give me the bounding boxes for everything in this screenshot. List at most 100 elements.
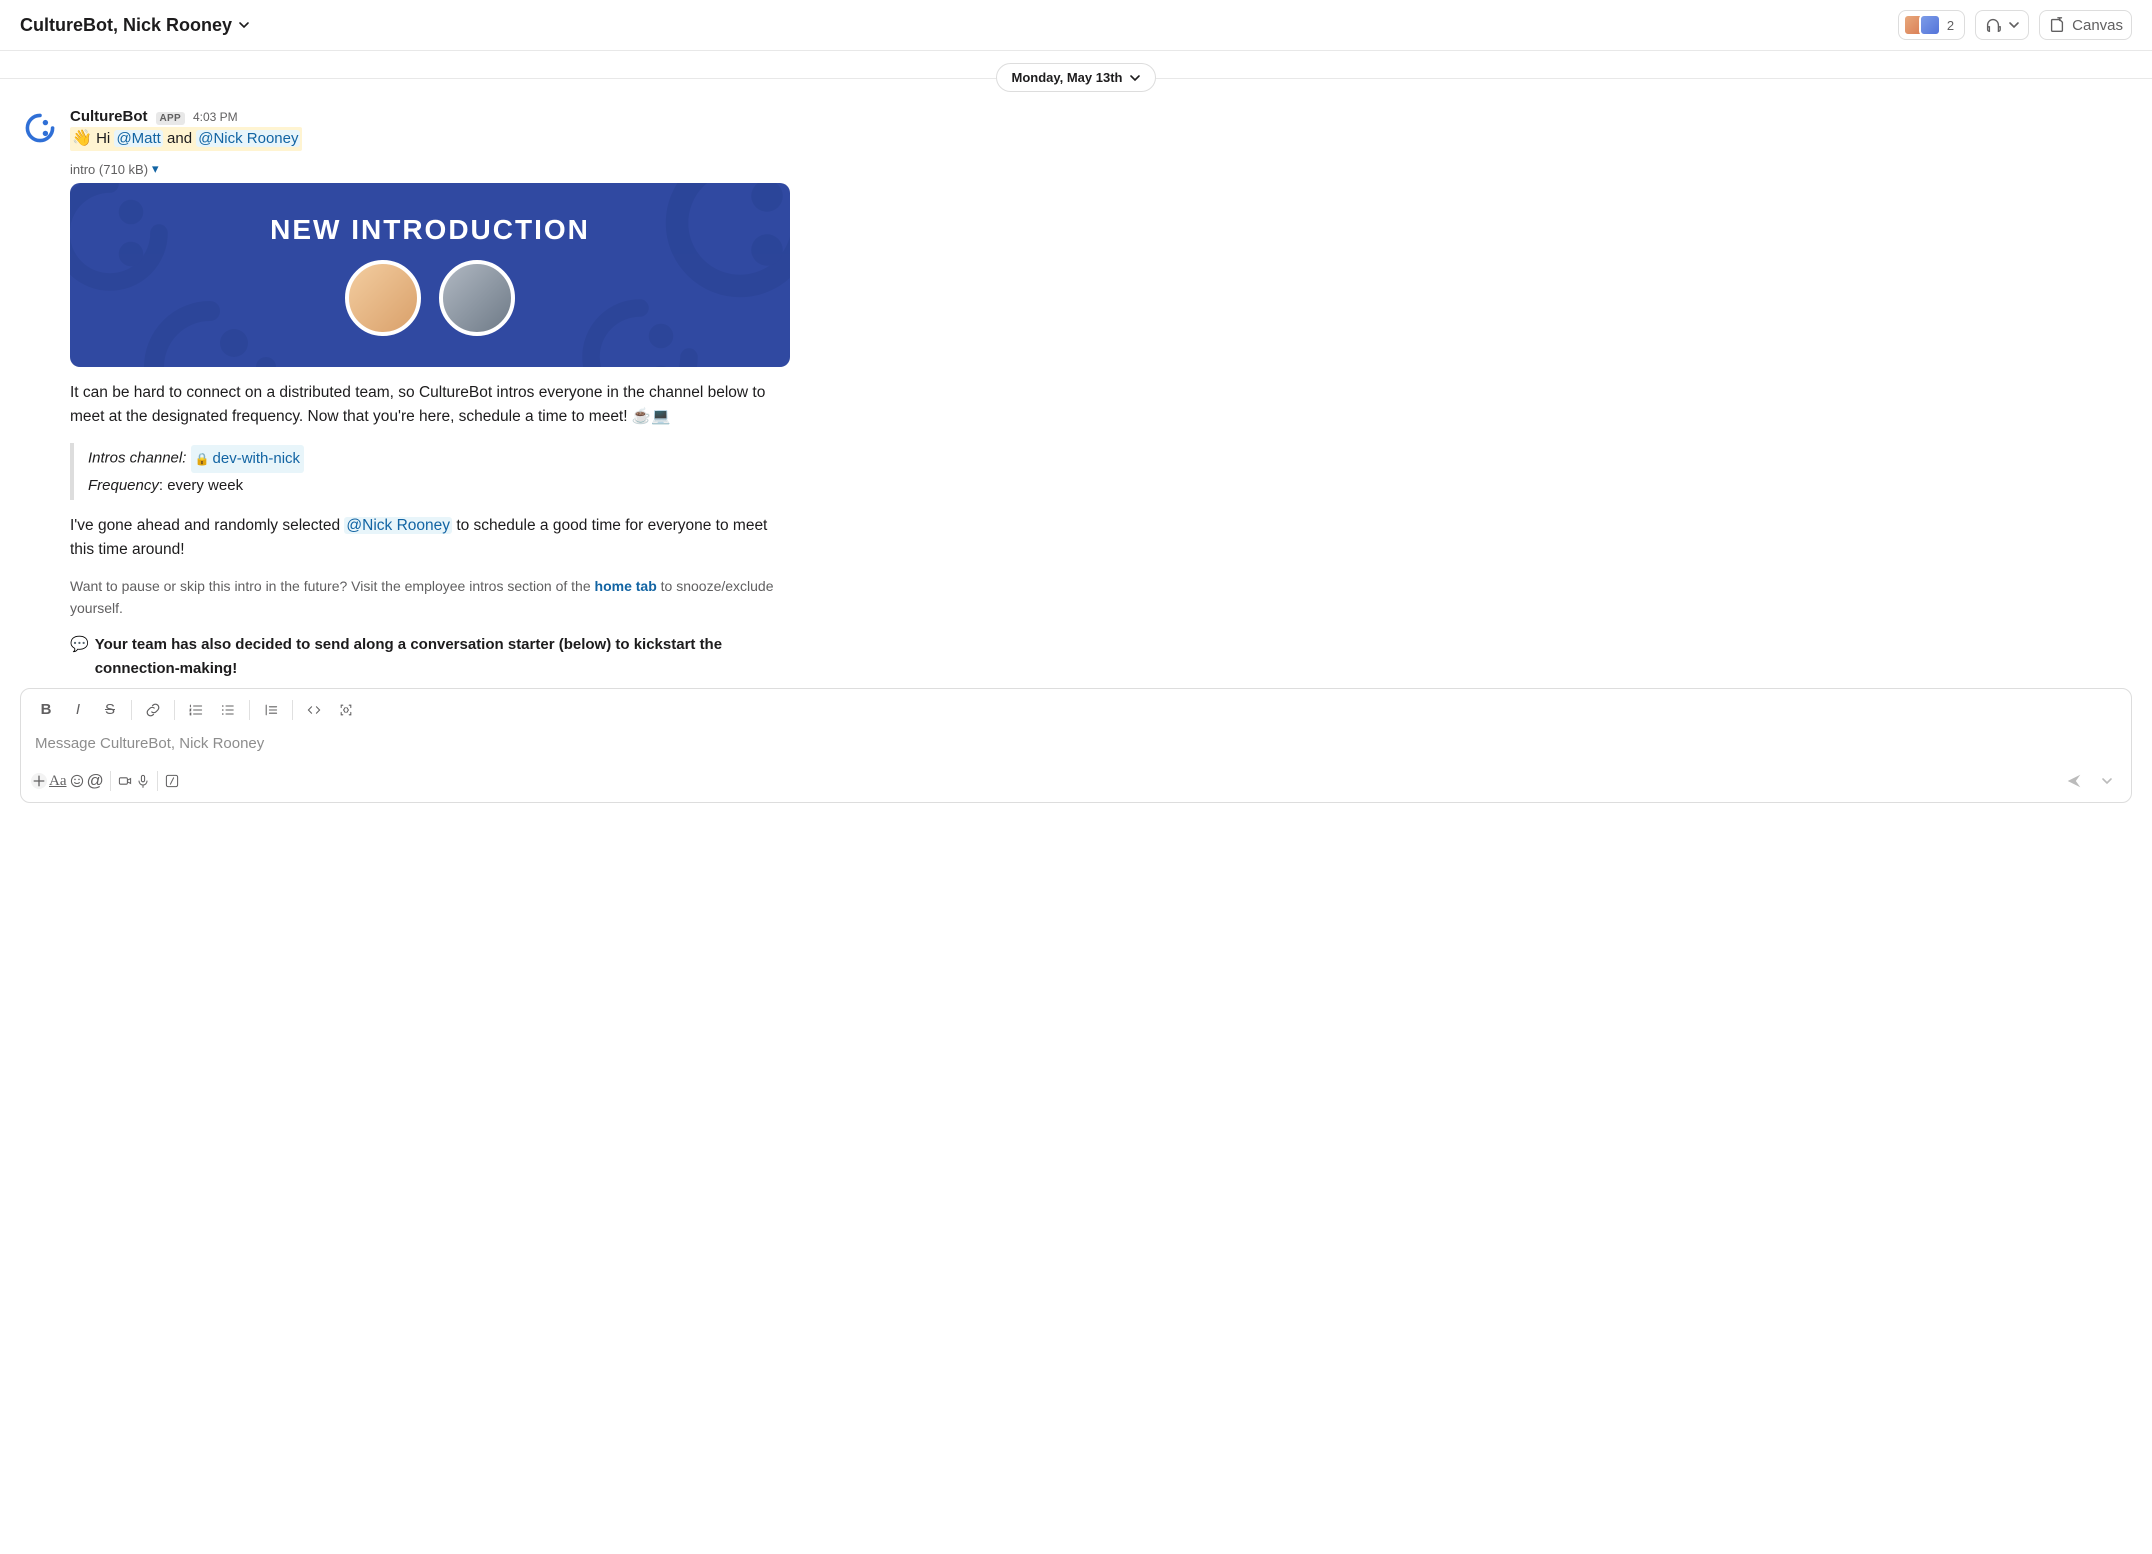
caret-down-icon: ▾: [152, 161, 159, 177]
mention-button[interactable]: @: [87, 771, 104, 791]
code-block-button[interactable]: [331, 695, 361, 725]
message-input[interactable]: [35, 735, 2117, 752]
bullet-list-icon: [220, 702, 236, 718]
emoji-button[interactable]: [69, 773, 85, 789]
avatar-stack: [1903, 14, 1941, 36]
canvas-button[interactable]: Canvas: [2039, 10, 2132, 40]
sender-name[interactable]: CultureBot: [70, 108, 148, 125]
huddle-button[interactable]: [1975, 10, 2029, 40]
send-icon: [2065, 772, 2083, 790]
channel-chip[interactable]: 🔒dev-with-nick: [191, 445, 304, 473]
hint-prefix: Want to pause or skip this intro in the …: [70, 578, 595, 594]
date-divider: Monday, May 13th: [0, 63, 2152, 92]
send-button[interactable]: [2057, 768, 2091, 794]
link-button[interactable]: [138, 695, 168, 725]
greeting-mid: and: [163, 130, 196, 147]
channel-row: Intros channel: 🔒dev-with-nick: [88, 445, 2132, 473]
send-options-button[interactable]: [2093, 771, 2121, 791]
message-area: CultureBot APP 4:03 PM 👋 Hi @Matt and @N…: [0, 92, 2152, 688]
toolbar-separator: [292, 700, 293, 720]
chevron-down-icon: [2008, 19, 2020, 31]
video-button[interactable]: [117, 773, 133, 789]
strikethrough-button[interactable]: S: [95, 695, 125, 725]
intro-paragraph: It can be hard to connect on a distribut…: [70, 381, 790, 429]
headphones-icon: [1984, 16, 2002, 34]
intro-avatars: [345, 260, 515, 336]
link-icon: [145, 702, 161, 718]
plus-icon: [31, 773, 47, 789]
intro-avatar-1: [345, 260, 421, 336]
ordered-list-icon: [188, 702, 204, 718]
conversation-starter: 💬 Your team has also decided to send alo…: [70, 633, 790, 680]
composer: B I S: [20, 688, 2132, 803]
emoji-icon: [69, 773, 85, 789]
bold-button[interactable]: B: [31, 695, 61, 725]
channel-name: dev-with-nick: [213, 446, 301, 472]
code-icon: [306, 702, 322, 718]
intro-avatar-2: [439, 260, 515, 336]
toolbar-separator: [131, 700, 132, 720]
frequency-value: : every week: [159, 477, 243, 494]
quote-block: Intros channel: 🔒dev-with-nick Frequency…: [70, 443, 2132, 500]
message-time[interactable]: 4:03 PM: [193, 110, 238, 124]
date-label: Monday, May 13th: [1011, 70, 1122, 85]
channel-title[interactable]: CultureBot, Nick Rooney: [20, 15, 250, 36]
blockquote-button[interactable]: [256, 695, 286, 725]
attachment-label[interactable]: intro (710 kB) ▾: [70, 161, 2132, 177]
formatting-toggle-button[interactable]: Aa: [49, 772, 67, 790]
message-body: CultureBot APP 4:03 PM 👋 Hi @Matt and @N…: [70, 108, 2132, 680]
channel-title-text: CultureBot, Nick Rooney: [20, 15, 232, 36]
audio-button[interactable]: [135, 773, 151, 789]
composer-bottom-left: Aa @: [31, 771, 180, 791]
toolbar-separator: [110, 771, 111, 791]
canvas-icon: [2048, 16, 2066, 34]
wave-emoji: 👋: [72, 130, 92, 147]
greeting-line: 👋 Hi @Matt and @Nick Rooney: [70, 127, 2132, 151]
members-button[interactable]: 2: [1898, 10, 1965, 40]
speech-bubble-emoji: 💬: [70, 633, 89, 656]
culturebot-logo-icon: [22, 110, 58, 146]
attach-button[interactable]: [31, 773, 47, 789]
frequency-row: Frequency: every week: [88, 473, 2132, 499]
toolbar-separator: [249, 700, 250, 720]
conversation-starter-text: Your team has also decided to send along…: [95, 633, 790, 680]
code-button[interactable]: [299, 695, 329, 725]
channel-label: Intros channel:: [88, 450, 186, 467]
bullet-list-button[interactable]: [213, 695, 243, 725]
intro-card[interactable]: NEW INTRODUCTION: [70, 183, 790, 367]
selected-paragraph: I've gone ahead and randomly selected @N…: [70, 514, 790, 562]
sender-avatar[interactable]: [20, 108, 60, 148]
blockquote-icon: [263, 702, 279, 718]
composer-input-wrap: [21, 731, 2131, 762]
composer-bottom-toolbar: Aa @: [21, 762, 2131, 802]
mention-scheduler[interactable]: @Nick Rooney: [344, 517, 452, 534]
video-icon: [117, 773, 133, 789]
app-badge: APP: [156, 112, 185, 125]
selected-prefix: I've gone ahead and randomly selected: [70, 517, 344, 534]
chevron-down-icon: [238, 19, 250, 31]
hint-paragraph: Want to pause or skip this intro in the …: [70, 576, 790, 619]
avatar: [1919, 14, 1941, 36]
toolbar-separator: [157, 771, 158, 791]
send-group: [2057, 768, 2121, 794]
greeting-prefix: Hi: [96, 130, 114, 147]
member-count: 2: [1947, 18, 1954, 33]
frequency-label: Frequency: [88, 477, 159, 494]
intro-card-title: NEW INTRODUCTION: [270, 214, 590, 246]
composer-wrap: B I S: [0, 688, 2152, 823]
header-actions: 2 Canvas: [1898, 10, 2132, 40]
mention-matt[interactable]: @Matt: [114, 130, 162, 147]
italic-button[interactable]: I: [63, 695, 93, 725]
shortcuts-button[interactable]: [164, 773, 180, 789]
home-tab-link[interactable]: home tab: [595, 578, 657, 594]
date-pill[interactable]: Monday, May 13th: [996, 63, 1155, 92]
mention-nick[interactable]: @Nick Rooney: [196, 130, 300, 147]
toolbar-separator: [174, 700, 175, 720]
canvas-label: Canvas: [2072, 17, 2123, 34]
chevron-down-icon: [2101, 775, 2113, 787]
slash-box-icon: [164, 773, 180, 789]
channel-header: CultureBot, Nick Rooney 2 Canvas: [0, 0, 2152, 51]
attachment-text: intro (710 kB): [70, 162, 148, 177]
chevron-down-icon: [1129, 72, 1141, 84]
ordered-list-button[interactable]: [181, 695, 211, 725]
